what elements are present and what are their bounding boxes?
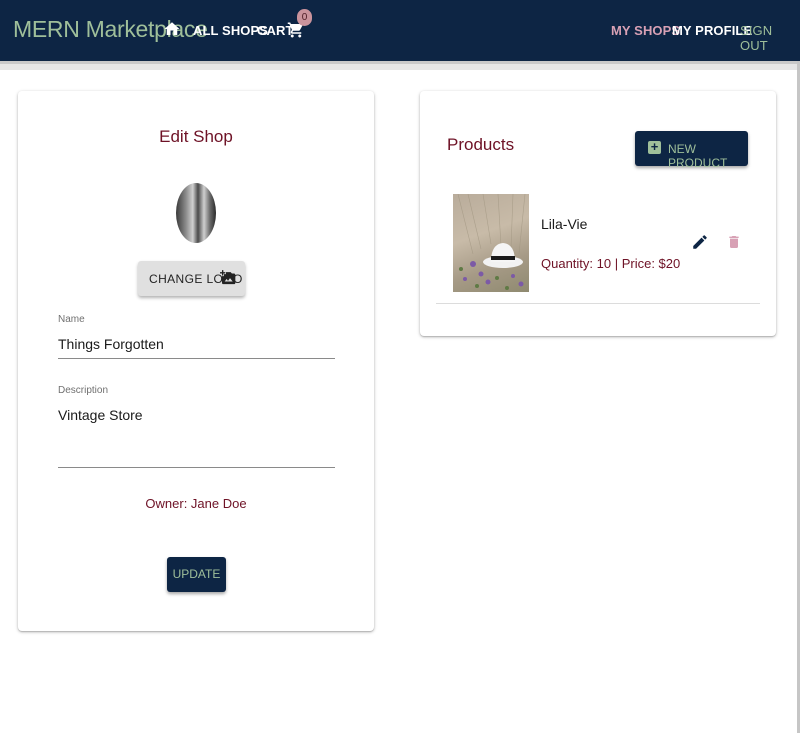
cart-count-badge: 0 [297, 9, 312, 26]
delete-icon[interactable] [726, 232, 742, 252]
products-card: Products + NEW PRODUCT Lila-Vie Quantity… [420, 91, 776, 336]
name-field-value: Things Forgotten [58, 336, 164, 352]
update-button[interactable]: UPDATE [167, 557, 226, 592]
description-field[interactable]: Vintage Store [58, 400, 335, 467]
shop-logo-avatar [176, 183, 216, 243]
nav-sign-out[interactable]: SIGN OUT [740, 23, 800, 53]
product-row-divider [436, 303, 760, 304]
add-photo-icon [220, 270, 236, 285]
product-list-item[interactable]: Lila-Vie Quantity: 10 | Price: $20 [436, 193, 760, 304]
product-quantity-price: Quantity: 10 | Price: $20 [541, 256, 681, 271]
name-field[interactable]: Things Forgotten [58, 329, 335, 359]
edit-shop-card: Edit Shop CHANGE LOGO Name Things Forgot… [18, 91, 374, 631]
product-image [453, 194, 529, 292]
new-product-label: NEW PRODUCT [668, 142, 728, 170]
app-bar: MERN Marketplace ALL SHOPS CART 0 MY SHO… [0, 0, 800, 61]
description-field-underline [58, 467, 335, 468]
description-field-label: Description [58, 385, 109, 396]
home-icon[interactable] [163, 20, 181, 38]
edit-shop-title: Edit Shop [159, 127, 233, 146]
edit-icon[interactable] [691, 233, 709, 251]
add-box-icon: + [648, 139, 661, 154]
change-logo-button[interactable]: CHANGE LOGO [138, 261, 245, 296]
shop-owner: Owner: Jane Doe [145, 496, 247, 511]
products-title: Products [447, 135, 515, 154]
new-product-button[interactable]: + NEW PRODUCT [635, 131, 748, 170]
name-field-underline [58, 358, 335, 359]
name-field-label: Name [58, 314, 85, 325]
description-field-value: Vintage Store [58, 407, 143, 423]
product-name: Lila-Vie [541, 216, 588, 232]
app-bar-divider [0, 61, 800, 70]
nav-my-shops[interactable]: MY SHOPS [611, 23, 680, 38]
